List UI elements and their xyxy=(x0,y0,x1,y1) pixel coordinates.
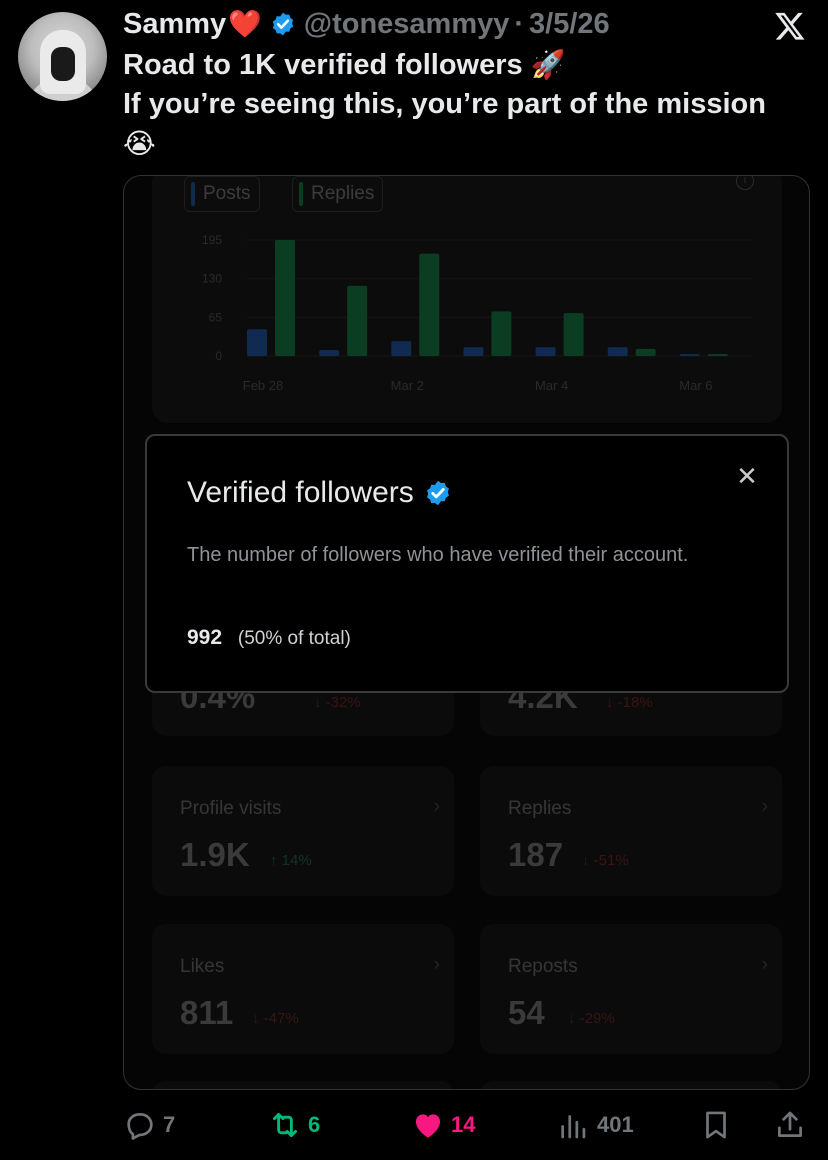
like-button[interactable]: 14 xyxy=(411,1103,475,1147)
stat-card-likes: Likes › 811 ↓ -47% xyxy=(152,924,454,1054)
bar-chart: 0 65 130 195 Feb 28 Mar 2 Mar 4 Mar 6 xyxy=(202,233,752,393)
repost-icon xyxy=(272,1112,298,1138)
bar-posts-1 xyxy=(319,350,340,356)
tweet-text: Road to 1K verified followers 🚀 If you’r… xyxy=(123,45,813,163)
popup-count: 992 (50% of total) xyxy=(187,626,351,650)
stat-card-partial-bottom-2 xyxy=(480,1081,782,1089)
bar-replies-5 xyxy=(635,348,656,356)
stat-card-replies: Replies › 187 ↓ -51% xyxy=(480,766,782,896)
chevron-right-icon: › xyxy=(761,796,768,817)
verified-percent: (50% of total) xyxy=(237,628,351,649)
avatar-face-shape xyxy=(51,47,75,81)
tweet-date[interactable]: 3/5/26 xyxy=(529,5,610,43)
heart-icon xyxy=(415,1114,441,1138)
bookmark-button[interactable] xyxy=(699,1103,733,1147)
y-tick-label: 0 xyxy=(215,349,222,363)
stat-delta: ↓ -47% xyxy=(252,1010,299,1027)
bar-posts-5 xyxy=(607,347,628,356)
verified-badge-icon xyxy=(426,480,449,506)
stat-card-profile-visits: Profile visits › 1.9K ↑ 14% xyxy=(152,766,454,896)
bar-replies-3 xyxy=(491,311,512,356)
views-button[interactable]: 401 xyxy=(557,1103,634,1147)
tweet-action-bar: 7 6 14 401 xyxy=(123,1103,813,1147)
chevron-right-icon: › xyxy=(433,796,440,817)
y-tick-label: 195 xyxy=(202,233,222,247)
repost-count: 6 xyxy=(308,1112,321,1137)
stat-delta: ↓ -29% xyxy=(568,1010,615,1027)
bar-replies-6 xyxy=(707,354,728,356)
stat-label: Likes xyxy=(180,956,225,977)
x-tick-label: Mar 6 xyxy=(679,378,712,393)
stat-card-partial-bottom-1 xyxy=(152,1081,454,1089)
verified-badge-icon xyxy=(272,12,293,36)
bar-replies-1 xyxy=(347,285,368,356)
close-icon[interactable]: ✕ xyxy=(735,463,759,489)
repost-button[interactable]: 6 xyxy=(268,1103,320,1147)
stat-value: 811 xyxy=(180,994,234,1031)
stat-label: Profile visits xyxy=(180,798,282,819)
x-tick-label: Mar 2 xyxy=(391,378,424,393)
reply-button[interactable]: 7 xyxy=(123,1103,175,1147)
verified-followers-popup: Verified followers ✕ The number of follo… xyxy=(145,434,789,693)
stat-delta: ↓ -51% xyxy=(582,852,629,869)
views-count: 401 xyxy=(597,1112,634,1137)
popup-title: Verified followers xyxy=(187,476,452,510)
stat-value: 187 xyxy=(508,836,564,873)
views-chart-icon xyxy=(561,1115,586,1139)
stat-value: 1.9K xyxy=(180,836,250,873)
reply-icon xyxy=(127,1113,153,1140)
stat-card-reposts: Reposts › 54 ↓ -29% xyxy=(480,924,782,1054)
tweet-line-1: Road to 1K verified followers 🚀 xyxy=(123,45,813,85)
stat-value: 54 xyxy=(508,994,545,1031)
partial-card-2-delta: ↓ -18% xyxy=(606,694,653,711)
tweet-line-2: If you’re seeing this, you’re part of th… xyxy=(123,88,766,120)
y-tick-label: 65 xyxy=(209,310,223,324)
bar-replies-4 xyxy=(563,313,584,356)
bar-posts-6 xyxy=(679,354,700,356)
stat-delta: ↑ 14% xyxy=(270,852,312,869)
share-button[interactable] xyxy=(773,1103,807,1147)
bar-posts-3 xyxy=(463,347,484,356)
tweet-header: Sammy ❤️ @tonesammyy · 3/5/26 xyxy=(123,5,610,43)
bookmark-icon xyxy=(706,1111,726,1139)
reply-count: 7 xyxy=(163,1112,176,1137)
like-count: 14 xyxy=(451,1112,476,1137)
y-tick-label: 130 xyxy=(202,272,222,286)
name-heart-emoji: ❤️ xyxy=(228,9,262,39)
popup-title-text: Verified followers xyxy=(187,476,414,509)
x-logo-icon[interactable] xyxy=(774,10,806,42)
bar-posts-2 xyxy=(391,341,412,356)
x-tick-label: Mar 4 xyxy=(535,378,568,393)
bar-posts-4 xyxy=(535,347,556,356)
verified-count: 992 xyxy=(187,626,223,649)
popup-description: The number of followers who have verifie… xyxy=(187,544,689,566)
rocket-emoji: 🚀 xyxy=(530,49,566,80)
author-name[interactable]: Sammy xyxy=(123,5,226,43)
tweet-line-1-text: Road to 1K verified followers xyxy=(123,49,523,81)
bar-replies-0 xyxy=(275,240,295,356)
crying-emoji: 😭 xyxy=(123,128,156,159)
share-icon xyxy=(778,1111,802,1137)
header-separator: · xyxy=(514,8,525,40)
x-tick-label: Feb 28 xyxy=(243,378,283,393)
author-avatar[interactable] xyxy=(18,12,107,101)
tweet-media-image[interactable]: Posts Replies i 0 65 130 195 Feb 28 Mar 2 Mar … xyxy=(123,175,810,1090)
chevron-right-icon: › xyxy=(433,954,440,975)
bar-replies-2 xyxy=(419,253,440,356)
stat-label: Reposts xyxy=(508,956,578,977)
stat-label: Replies xyxy=(508,798,572,819)
chevron-right-icon: › xyxy=(761,954,768,975)
analytics-chart-card: Posts Replies i 0 65 130 195 Feb 28 Mar 2 Mar … xyxy=(152,176,782,423)
bar-posts-0 xyxy=(247,329,267,356)
partial-card-1-delta: ↓ -32% xyxy=(314,694,361,711)
author-handle[interactable]: @tonesammyy xyxy=(304,5,510,43)
